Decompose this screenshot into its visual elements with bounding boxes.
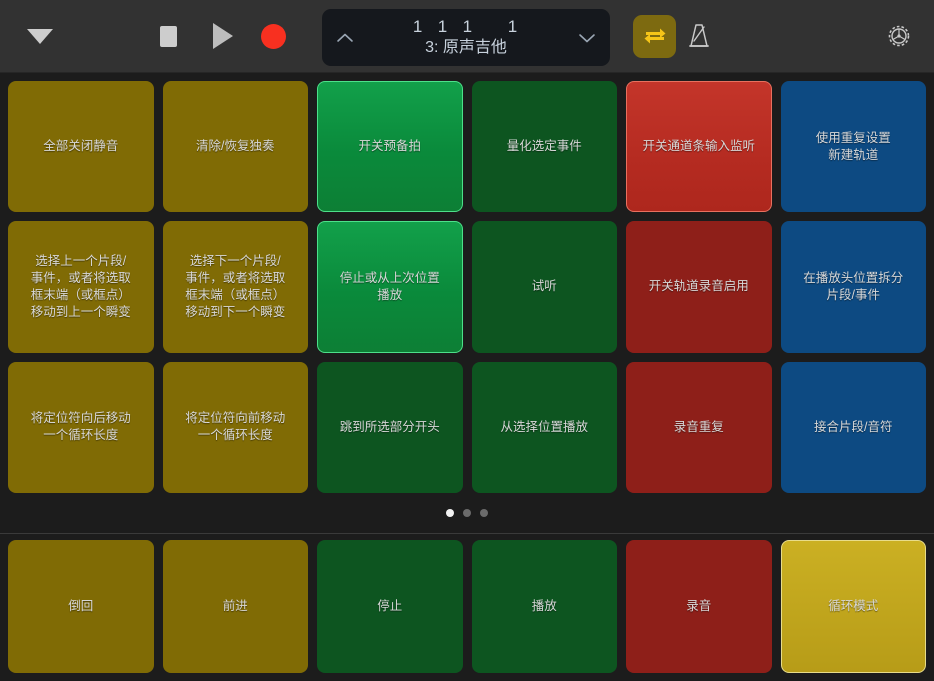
display-next-button[interactable] bbox=[576, 27, 598, 49]
playhead-position: 1 1 1 1 bbox=[412, 17, 520, 36]
play-icon bbox=[213, 23, 233, 49]
pad-label: 接合片段/音符 bbox=[814, 419, 893, 434]
selected-track-name: 3: 原声吉他 bbox=[425, 39, 507, 56]
transport-strip: 倒回 前进 停止 播放 录音 循环模式 bbox=[0, 533, 934, 681]
transport-play-button[interactable]: 播放 bbox=[471, 540, 617, 673]
stop-icon bbox=[159, 25, 177, 47]
record-icon bbox=[260, 23, 286, 49]
pad-label: 开关通道条输入监听 bbox=[642, 139, 755, 154]
page-indicator bbox=[8, 493, 926, 533]
transport-stop-button[interactable]: 停止 bbox=[317, 540, 463, 673]
transport-display: 1 1 1 1 3: 原声吉他 bbox=[322, 9, 610, 66]
transport-label: 前进 bbox=[222, 599, 248, 613]
transport-label: 停止 bbox=[377, 599, 403, 613]
pad-label: 试听 bbox=[531, 279, 557, 294]
gear-icon bbox=[888, 25, 910, 47]
pad-label: 从选择位置播放 bbox=[500, 419, 588, 434]
pad-prelisten[interactable]: 试听 bbox=[471, 221, 617, 353]
stop-button[interactable] bbox=[146, 14, 190, 58]
pad-label: 使用重复设置 新建轨道 bbox=[815, 130, 891, 162]
page-dot-1[interactable] bbox=[446, 509, 454, 517]
metronome-icon bbox=[689, 24, 709, 47]
transport-record-button[interactable]: 录音 bbox=[626, 540, 772, 673]
assignment-grid: 全部关闭静音 清除/恢复独奏 开关预备拍 量化选定事件 开关通道条输入监听 使用… bbox=[8, 81, 926, 493]
pad-label: 在播放头位置拆分 片段/事件 bbox=[803, 270, 904, 302]
pad-split-at-playhead[interactable]: 在播放头位置拆分 片段/事件 bbox=[780, 221, 926, 353]
pad-label: 将定位符向前移动 一个循环长度 bbox=[185, 411, 286, 443]
pad-label: 开关轨道录音启用 bbox=[648, 279, 749, 294]
menu-button[interactable] bbox=[18, 14, 62, 58]
transport-label: 录音 bbox=[686, 599, 712, 613]
pad-toggle-channel-strip-input-monitoring[interactable]: 开关通道条输入监听 bbox=[626, 81, 772, 213]
pad-quantize-selected-events[interactable]: 量化选定事件 bbox=[471, 81, 617, 213]
chevron-down-icon bbox=[579, 33, 595, 42]
transport-label: 循环模式 bbox=[828, 599, 879, 613]
pad-label: 全部关闭静音 bbox=[43, 139, 119, 154]
triangle-down-icon bbox=[27, 28, 53, 44]
transport-label: 播放 bbox=[531, 599, 557, 613]
pad-select-next-region[interactable]: 选择下一个片段/ 事件，或者将选取 框末端（或框点） 移动到下一个瞬变 bbox=[162, 221, 308, 353]
pad-move-locators-backward[interactable]: 将定位符向后移动 一个循环长度 bbox=[8, 361, 154, 493]
assignment-grid-area: 全部关闭静音 清除/恢复独奏 开关预备拍 量化选定事件 开关通道条输入监听 使用… bbox=[0, 73, 934, 533]
pad-label: 选择上一个片段/ 事件，或者将选取 框末端（或框点） 移动到上一个瞬变 bbox=[30, 253, 131, 319]
transport-label: 倒回 bbox=[68, 599, 94, 613]
pad-label: 选择下一个片段/ 事件，或者将选取 框末端（或框点） 移动到下一个瞬变 bbox=[185, 253, 286, 319]
transport-cycle-mode-button[interactable]: 循环模式 bbox=[780, 540, 926, 673]
cycle-button[interactable] bbox=[633, 14, 676, 58]
cycle-loop-icon bbox=[644, 28, 665, 44]
control-surface-app: 1 1 1 1 3: 原声吉他 全部关闭静音 清除/恢复独奏 开关预备拍 量化选… bbox=[0, 0, 934, 681]
top-toolbar: 1 1 1 1 3: 原声吉他 bbox=[0, 0, 934, 73]
record-button[interactable] bbox=[251, 14, 295, 58]
pad-clear-restore-solo[interactable]: 清除/恢复独奏 bbox=[162, 81, 308, 213]
transport-grid: 倒回 前进 停止 播放 录音 循环模式 bbox=[8, 540, 926, 673]
pad-label: 量化选定事件 bbox=[506, 139, 582, 154]
transport-rewind-button[interactable]: 倒回 bbox=[8, 540, 154, 673]
pad-label: 清除/恢复独奏 bbox=[196, 139, 275, 154]
chevron-up-icon bbox=[337, 33, 353, 42]
transport-forward-button[interactable]: 前进 bbox=[162, 540, 308, 673]
page-dot-2[interactable] bbox=[463, 509, 471, 517]
display-prev-button[interactable] bbox=[334, 27, 356, 49]
pad-new-track-with-duplicate-settings[interactable]: 使用重复设置 新建轨道 bbox=[780, 81, 926, 213]
pad-move-locators-forward[interactable]: 将定位符向前移动 一个循环长度 bbox=[162, 361, 308, 493]
play-button[interactable] bbox=[199, 14, 243, 58]
metronome-button[interactable] bbox=[677, 14, 721, 58]
pad-go-to-selection-start[interactable]: 跳到所选部分开头 bbox=[317, 361, 463, 493]
pad-mute-all[interactable]: 全部关闭静音 bbox=[8, 81, 154, 213]
pad-toggle-count-in[interactable]: 开关预备拍 bbox=[317, 81, 463, 213]
pad-join-regions-notes[interactable]: 接合片段/音符 bbox=[780, 361, 926, 493]
pad-label: 录音重复 bbox=[673, 419, 724, 434]
pad-label: 开关预备拍 bbox=[358, 139, 421, 154]
settings-button[interactable] bbox=[877, 14, 921, 58]
pad-play-from-selection[interactable]: 从选择位置播放 bbox=[471, 361, 617, 493]
page-dot-3[interactable] bbox=[480, 509, 488, 517]
display-readout[interactable]: 1 1 1 1 3: 原声吉他 bbox=[356, 17, 576, 58]
pad-select-previous-region[interactable]: 选择上一个片段/ 事件，或者将选取 框末端（或框点） 移动到上一个瞬变 bbox=[8, 221, 154, 353]
pad-record-repeat[interactable]: 录音重复 bbox=[626, 361, 772, 493]
pad-toggle-track-record-enable[interactable]: 开关轨道录音启用 bbox=[626, 221, 772, 353]
pad-stop-or-play-from-last-position[interactable]: 停止或从上次位置 播放 bbox=[317, 221, 463, 353]
pad-label: 停止或从上次位置 播放 bbox=[339, 270, 440, 302]
pad-label: 将定位符向后移动 一个循环长度 bbox=[30, 411, 131, 443]
pad-label: 跳到所选部分开头 bbox=[339, 419, 440, 434]
